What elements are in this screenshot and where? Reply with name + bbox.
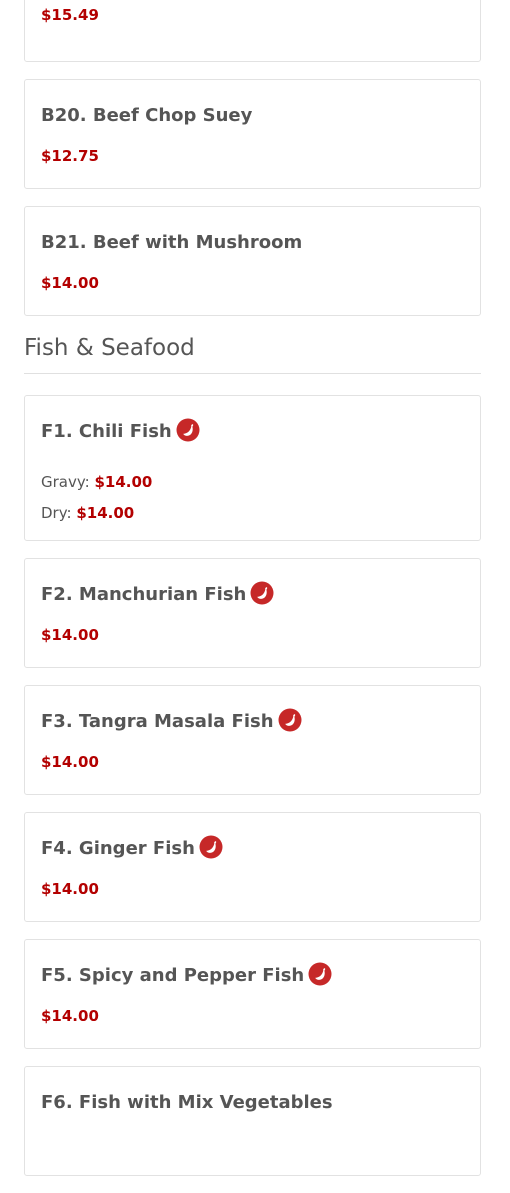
option-label: Gravy: <box>41 473 90 491</box>
item-name: B20. Beef Chop Suey <box>41 105 253 126</box>
chili-pepper-icon <box>199 835 223 859</box>
item-name: F3. Tangra Masala Fish <box>41 711 274 732</box>
item-name: F2. Manchurian Fish <box>41 584 247 605</box>
menu-item-card[interactable]: B21. Beef with Mushroom $14.00 <box>24 206 481 316</box>
menu-item-card[interactable]: F6. Fish with Mix Vegetables <box>24 1066 481 1176</box>
chili-pepper-icon <box>308 962 332 986</box>
item-name: B21. Beef with Mushroom <box>41 232 303 253</box>
price-option: Gravy: $14.00 <box>41 472 464 492</box>
item-name-row: F1. Chili Fish <box>41 418 464 444</box>
item-name: F5. Spicy and Pepper Fish <box>41 965 305 986</box>
section-title: Fish & Seafood <box>24 333 481 374</box>
chili-pepper-icon <box>278 708 302 732</box>
chili-pepper-icon <box>176 418 200 442</box>
chili-pepper-icon <box>250 581 274 605</box>
item-name: F4. Ginger Fish <box>41 838 195 859</box>
menu-item-card[interactable]: F4. Ginger Fish $14.00 <box>24 812 481 922</box>
option-price: $14.00 <box>94 473 153 491</box>
item-price: $15.49 <box>41 6 99 24</box>
menu-item-card[interactable]: F5. Spicy and Pepper Fish $14.00 <box>24 939 481 1049</box>
menu-item-card[interactable]: F3. Tangra Masala Fish $14.00 <box>24 685 481 795</box>
item-name-row: F4. Ginger Fish <box>41 835 464 861</box>
menu-item-card[interactable]: $15.49 <box>24 0 481 62</box>
item-name-row: F2. Manchurian Fish <box>41 581 464 607</box>
item-price: $14.00 <box>41 1007 99 1025</box>
item-name: F1. Chili Fish <box>41 421 172 442</box>
option-label: Dry: <box>41 504 72 522</box>
menu-item-card[interactable]: F1. Chili Fish Gravy: $14.00 Dry: $14.00 <box>24 395 481 541</box>
item-name-row: F3. Tangra Masala Fish <box>41 708 464 734</box>
item-price: $12.75 <box>41 147 99 165</box>
item-name-row: F5. Spicy and Pepper Fish <box>41 962 464 988</box>
menu-item-card[interactable]: B20. Beef Chop Suey $12.75 <box>24 79 481 189</box>
menu-item-card[interactable]: F2. Manchurian Fish $14.00 <box>24 558 481 668</box>
menu-list: $15.49 B20. Beef Chop Suey $12.75 B21. B… <box>24 0 481 1193</box>
option-price: $14.00 <box>76 504 135 522</box>
item-price: $14.00 <box>41 626 99 644</box>
item-name: F6. Fish with Mix Vegetables <box>41 1092 333 1113</box>
price-option: Dry: $14.00 <box>41 503 464 523</box>
item-price: $14.00 <box>41 880 99 898</box>
item-price: $14.00 <box>41 274 99 292</box>
item-price: $14.00 <box>41 753 99 771</box>
